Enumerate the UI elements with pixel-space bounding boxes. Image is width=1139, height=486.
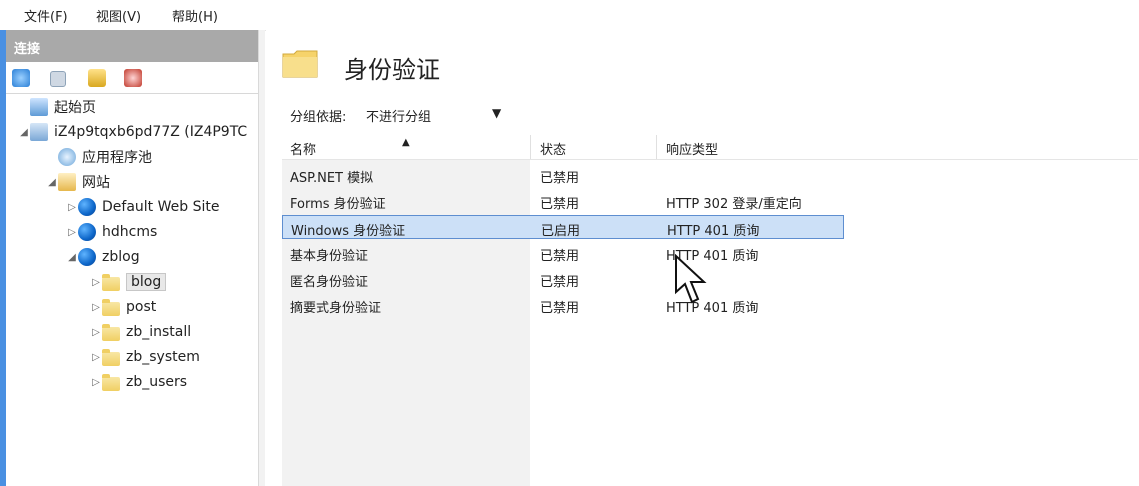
table-row[interactable]: Forms 身份验证 已禁用 HTTP 302 登录/重定向	[282, 189, 844, 213]
cell-response-type: HTTP 401 质询	[667, 224, 760, 239]
tree-node-label: Default Web Site	[102, 199, 220, 215]
table-row[interactable]: Windows 身份验证 已启用 HTTP 401 质询	[282, 215, 844, 239]
tree-node-label: 应用程序池	[82, 150, 152, 166]
column-header-name[interactable]: 名称	[290, 139, 316, 158]
tree-expander-icon[interactable]: ▷	[66, 202, 78, 213]
tree-expander-icon[interactable]: ◢	[18, 127, 30, 138]
cell-status: 已禁用	[540, 197, 580, 212]
chevron-down-icon[interactable]: ▼	[492, 106, 501, 120]
tree-node-label: blog	[126, 273, 167, 291]
tree-expander-icon[interactable]: ▷	[90, 277, 102, 288]
sites-icon	[58, 173, 76, 191]
cell-name: Windows 身份验证	[291, 224, 406, 239]
app-pool-icon	[58, 148, 76, 166]
folder-icon	[102, 273, 120, 291]
cell-status: 已启用	[541, 224, 581, 239]
tree-node[interactable]: ▷ zb_install	[90, 321, 191, 343]
tree-node[interactable]: 应用程序池	[46, 146, 152, 168]
tree-node-label: zb_system	[126, 349, 200, 365]
tree-node-label: zb_users	[126, 374, 188, 390]
cell-name: Forms 身份验证	[290, 197, 386, 212]
cell-status: 已禁用	[540, 171, 580, 186]
column-divider[interactable]	[530, 135, 531, 159]
mouse-cursor-icon	[675, 254, 707, 304]
pane-splitter[interactable]	[258, 30, 265, 486]
cell-response-type: HTTP 302 登录/重定向	[666, 197, 802, 212]
tree-node[interactable]: ▷ hdhcms	[66, 221, 157, 243]
tree-expander-icon[interactable]: ▷	[90, 302, 102, 313]
tree-expander-icon[interactable]: ▷	[90, 352, 102, 363]
folder-icon	[102, 298, 120, 316]
tree-node[interactable]: ◢ iZ4p9tqxb6pd77Z (IZ4P9TC	[18, 121, 247, 143]
features-table: 名称 ▲ 状态 响应类型 ASP.NET 模拟 已禁用 Forms 身份验证 已禁用 H…	[282, 135, 1138, 486]
tree-node-label: 起始页	[54, 100, 96, 116]
table-row[interactable]: 摘要式身份验证 已禁用 HTTP 401 质询	[282, 293, 844, 317]
tree-node-label: zblog	[102, 249, 140, 265]
tree-node[interactable]: ▷ zb_system	[90, 346, 200, 368]
tree-node[interactable]: ◢ zblog	[66, 246, 140, 268]
group-by-label: 分组依据:	[290, 110, 347, 125]
tree-node-label: post	[126, 299, 157, 315]
tree-node[interactable]: ▷ zb_users	[90, 371, 187, 393]
connections-tree: 起始页 ◢ iZ4p9tqxb6pd77Z (IZ4P9TC 应用程序池 ◢ 网站 ▷ Def…	[6, 94, 258, 486]
menu-file[interactable]: 文件(F)	[24, 6, 68, 25]
table-header: 名称 ▲ 状态 响应类型	[282, 135, 1138, 160]
main-pane: 身份验证 分组依据: 不进行分组 ▼ 名称 ▲ 状态 响应类型 ASP.NET …	[266, 30, 1139, 486]
cell-name: 匿名身份验证	[290, 275, 369, 290]
disconnect-icon[interactable]	[124, 69, 142, 87]
up-level-icon[interactable]	[88, 69, 106, 87]
cell-status: 已禁用	[540, 249, 580, 264]
tree-expander-icon[interactable]: ◢	[66, 252, 78, 263]
start-page-icon	[30, 98, 48, 116]
connections-title: 连接	[14, 42, 41, 57]
cell-name: 基本身份验证	[290, 249, 369, 264]
cell-status: 已禁用	[540, 275, 580, 290]
globe-icon	[78, 248, 96, 266]
tree-node[interactable]: 起始页	[18, 96, 96, 118]
folder-icon	[102, 373, 120, 391]
server-icon	[30, 123, 48, 141]
sort-up-icon: ▲	[402, 137, 410, 148]
column-divider[interactable]	[656, 135, 657, 159]
menu-help[interactable]: 帮助(H)	[172, 6, 218, 25]
connections-pane: 连接 起始页 ◢ iZ4p9tqxb6pd77Z (IZ4P9TC 应用程序池 ◢ 网站 ▷…	[0, 30, 265, 486]
tree-node-label: 网站	[82, 175, 110, 191]
tree-node[interactable]: ◢ 网站	[46, 171, 110, 193]
save-icon[interactable]	[50, 71, 66, 87]
column-header-status[interactable]: 状态	[540, 139, 566, 158]
tree-node[interactable]: ▷ Default Web Site	[66, 196, 219, 218]
folder-icon	[102, 348, 120, 366]
cell-name: ASP.NET 模拟	[290, 171, 374, 186]
tree-node[interactable]: ▷ post	[90, 296, 156, 318]
page-title: 身份验证	[344, 56, 440, 84]
table-row[interactable]: ASP.NET 模拟 已禁用	[282, 163, 844, 187]
column-header-response[interactable]: 响应类型	[666, 139, 718, 158]
globe-icon	[78, 198, 96, 216]
connections-toolbar	[6, 63, 258, 94]
cell-name: 摘要式身份验证	[290, 301, 382, 316]
tree-expander-icon[interactable]: ▷	[66, 227, 78, 238]
table-row[interactable]: 基本身份验证 已禁用 HTTP 401 质询	[282, 241, 844, 265]
globe-icon	[78, 223, 96, 241]
folder-icon	[102, 323, 120, 341]
tree-node-label: zb_install	[126, 324, 192, 340]
cell-status: 已禁用	[540, 301, 580, 316]
tree-expander-icon[interactable]: ◢	[46, 177, 58, 188]
tree-node-label: hdhcms	[102, 224, 158, 240]
connections-header: 连接	[6, 30, 258, 62]
table-row[interactable]: 匿名身份验证 已禁用	[282, 267, 844, 291]
tree-expander-icon[interactable]: ▷	[90, 377, 102, 388]
menu-bar: 文件(F) 视图(V) 帮助(H)	[0, 0, 1139, 31]
tree-expander-icon[interactable]: ▷	[90, 327, 102, 338]
folder-icon	[282, 48, 318, 78]
menu-view[interactable]: 视图(V)	[96, 6, 141, 25]
group-by-select[interactable]: 不进行分组	[366, 106, 431, 125]
tree-node-label: iZ4p9tqxb6pd77Z (IZ4P9TC	[54, 124, 248, 140]
connect-icon[interactable]	[12, 69, 30, 87]
tree-node[interactable]: ▷ blog	[90, 271, 167, 293]
